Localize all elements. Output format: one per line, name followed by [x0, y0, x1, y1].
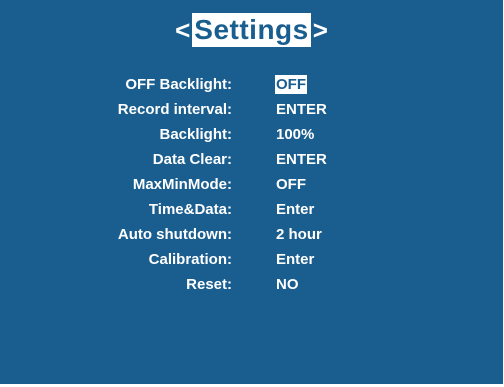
menu-item-label: Data Clear: — [152, 151, 232, 168]
menu-item-reset[interactable]: Reset: NO — [0, 273, 503, 298]
menu-item-backlight[interactable]: Backlight: 100% — [0, 123, 503, 148]
menu-item-data-clear[interactable]: Data Clear: ENTER — [0, 148, 503, 173]
menu-item-value[interactable]: 100% — [276, 126, 314, 143]
menu-item-value[interactable]: 2 hour — [276, 226, 322, 243]
menu-item-value[interactable]: Enter — [276, 201, 314, 218]
menu-item-maxmin-mode[interactable]: MaxMinMode: OFF — [0, 173, 503, 198]
menu-item-calibration[interactable]: Calibration: Enter — [0, 248, 503, 273]
settings-screen: < Settings > OFF Backlight: OFF Record i… — [0, 0, 503, 384]
menu-item-label: Calibration: — [148, 251, 232, 268]
menu-item-auto-shutdown[interactable]: Auto shutdown: 2 hour — [0, 223, 503, 248]
menu-item-time-data[interactable]: Time&Data: Enter — [0, 198, 503, 223]
menu-item-value[interactable]: OFF — [276, 176, 306, 193]
menu-item-label: Backlight: — [159, 126, 232, 143]
menu-item-record-interval[interactable]: Record interval: ENTER — [0, 98, 503, 123]
menu-item-off-backlight[interactable]: OFF Backlight: OFF — [0, 73, 503, 98]
menu-item-value[interactable]: NO — [276, 276, 299, 293]
menu-item-value[interactable]: ENTER — [276, 151, 327, 168]
menu-item-value-selected[interactable]: OFF — [275, 75, 307, 94]
menu-item-value[interactable]: ENTER — [276, 101, 327, 118]
menu-item-label: Auto shutdown: — [117, 226, 232, 243]
menu-item-value[interactable]: Enter — [276, 251, 314, 268]
menu-item-label: Reset: — [186, 276, 232, 293]
menu-item-label: Time&Data: — [148, 201, 232, 218]
next-page-arrow-icon[interactable]: > — [313, 17, 328, 43]
page-title: Settings — [192, 13, 311, 47]
settings-menu: OFF Backlight: OFF Record interval: ENTE… — [0, 73, 503, 298]
menu-item-label: MaxMinMode: — [132, 176, 232, 193]
menu-item-label: OFF Backlight: — [125, 76, 232, 93]
menu-item-label: Record interval: — [117, 101, 232, 118]
prev-page-arrow-icon[interactable]: < — [175, 17, 190, 43]
settings-header: < Settings > — [0, 10, 503, 50]
